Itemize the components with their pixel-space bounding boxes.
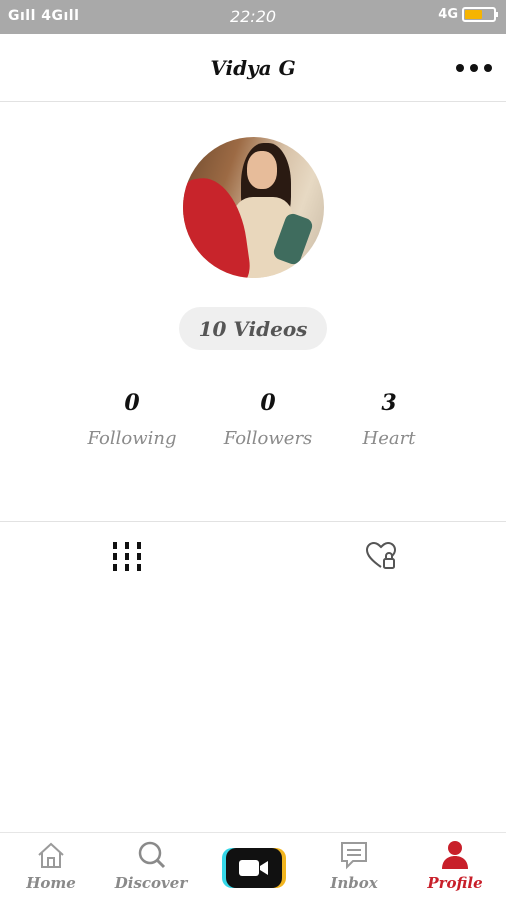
- network-type: 4G: [438, 7, 458, 22]
- nav-inbox[interactable]: Inbox: [309, 839, 399, 892]
- videos-count-badge: 10 Videos: [179, 307, 327, 350]
- message-icon: [341, 842, 367, 870]
- home-icon: [38, 842, 64, 868]
- profile-icon: [442, 841, 468, 869]
- stat-value: 0: [260, 390, 276, 416]
- stat-following[interactable]: 0 Following: [62, 390, 202, 449]
- nav-label: Inbox: [330, 874, 378, 892]
- stat-label: Heart: [362, 428, 416, 449]
- liked-lock-icon[interactable]: [365, 541, 397, 571]
- status-right: 4G: [438, 7, 498, 22]
- nav-home[interactable]: Home: [6, 839, 96, 892]
- avatar[interactable]: [183, 137, 324, 278]
- status-time: 22:20: [229, 7, 277, 26]
- more-options-icon[interactable]: [456, 56, 492, 80]
- nav-label: Discover: [114, 874, 188, 892]
- battery-icon: [462, 7, 498, 22]
- status-bar: Gıll 4Gıll 22:20 4G: [0, 0, 506, 34]
- grid-icon[interactable]: [113, 542, 141, 572]
- page-title: Vidya G: [210, 56, 296, 80]
- stat-value: 0: [124, 390, 140, 416]
- stat-followers[interactable]: 0 Followers: [198, 390, 338, 449]
- bottom-nav: Home Discover Inbox Profile: [0, 832, 506, 900]
- stat-value: 3: [381, 390, 397, 416]
- stat-heart: 3 Heart: [319, 390, 459, 449]
- nav-label: Profile: [427, 874, 483, 892]
- nav-profile[interactable]: Profile: [410, 839, 500, 892]
- nav-discover[interactable]: Discover: [106, 839, 196, 892]
- video-camera-icon: [239, 860, 268, 876]
- profile-header: Vidya G: [0, 34, 506, 102]
- content-tabs: [0, 521, 506, 591]
- nav-label: Home: [26, 874, 76, 892]
- stat-label: Following: [87, 428, 177, 449]
- stat-label: Followers: [223, 428, 313, 449]
- search-icon: [138, 841, 166, 869]
- record-video-button[interactable]: [226, 848, 282, 888]
